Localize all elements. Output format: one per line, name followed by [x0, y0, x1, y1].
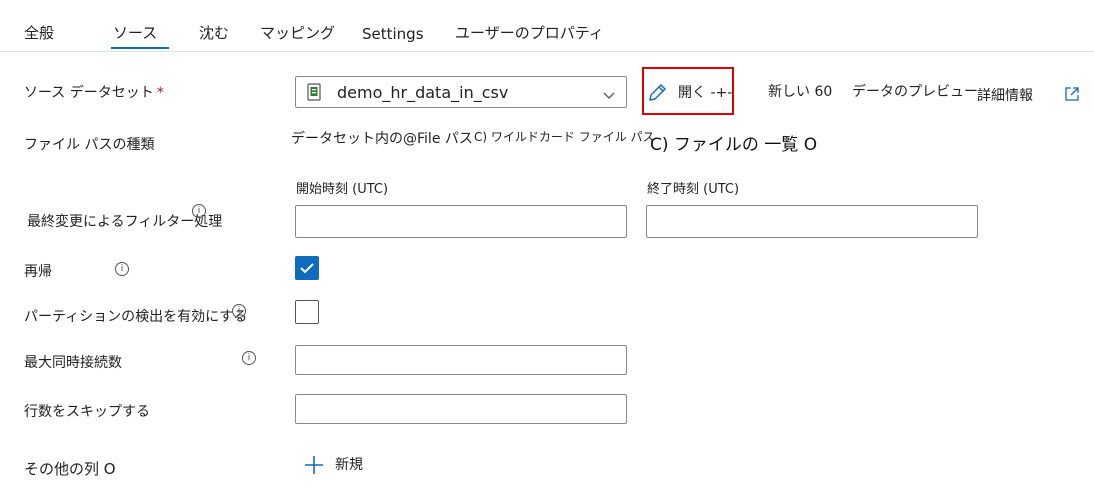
- recursive-checkbox[interactable]: [295, 256, 319, 280]
- end-time-input[interactable]: [646, 205, 978, 238]
- dataset-file-icon: [307, 83, 321, 105]
- tab-sink[interactable]: 沈む: [199, 22, 229, 43]
- tab-settings[interactable]: Settings: [362, 25, 424, 43]
- info-icon: i: [242, 351, 256, 365]
- tab-source[interactable]: ソース: [113, 22, 157, 43]
- source-dataset-value: demo_hr_data_in_csv: [337, 83, 509, 102]
- checkmark-icon: [300, 263, 314, 274]
- file-path-type-label: ファイル パスの種類: [24, 137, 155, 153]
- start-time-label: 開始時刻 (UTC): [296, 182, 389, 197]
- add-column-button[interactable]: 新規: [304, 452, 374, 478]
- learn-more-link[interactable]: 詳細情報: [977, 85, 1033, 105]
- plus-icon: [304, 455, 324, 479]
- external-link-icon[interactable]: [1064, 86, 1080, 106]
- add-column-label: 新規: [335, 457, 363, 473]
- partition-discovery-checkbox[interactable]: [295, 300, 319, 324]
- tab-bar-divider: [0, 51, 1094, 52]
- skip-lines-label: 行数をスキップする: [24, 404, 150, 420]
- max-connections-label: 最大同時接続数: [24, 355, 122, 371]
- partition-discovery-label: パーティションの検出を有効にする: [24, 309, 248, 325]
- additional-columns-label: その他の列 O: [24, 460, 116, 478]
- tab-mapping[interactable]: マッピング: [260, 22, 335, 43]
- pencil-icon: [646, 82, 668, 108]
- skip-lines-input[interactable]: [295, 394, 627, 424]
- recursive-label: 再帰: [24, 264, 52, 280]
- info-icon: i: [192, 204, 206, 218]
- source-dataset-label: ソース データセット *: [24, 82, 164, 102]
- source-dataset-select[interactable]: demo_hr_data_in_csv: [295, 76, 627, 108]
- file-path-option-wildcard[interactable]: C) ワイルドカード ファイル パス: [474, 128, 655, 145]
- tab-user-properties[interactable]: ユーザーのプロパティ: [455, 22, 604, 43]
- new-dataset-button[interactable]: 新しい 60: [768, 81, 832, 101]
- file-path-option-dataset[interactable]: データセット内の@File パス: [291, 128, 473, 148]
- chevron-down-icon: [602, 86, 616, 105]
- open-button[interactable]: 開く -+-: [646, 80, 732, 104]
- tab-general[interactable]: 全般: [24, 22, 54, 43]
- info-icon: i: [115, 262, 129, 276]
- end-time-label: 終了時刻 (UTC): [647, 182, 740, 197]
- start-time-input[interactable]: [295, 205, 627, 238]
- required-marker: *: [156, 85, 164, 101]
- preview-data-button[interactable]: データのプレビュー: [852, 81, 978, 101]
- file-path-option-list[interactable]: C) ファイルの 一覧 O: [650, 130, 817, 155]
- active-tab-indicator: [111, 47, 169, 49]
- open-button-label: 開く -+-: [678, 85, 733, 101]
- info-icon: i: [232, 304, 246, 318]
- max-connections-input[interactable]: [295, 345, 627, 375]
- source-dataset-label-text: ソース データセット: [24, 85, 154, 101]
